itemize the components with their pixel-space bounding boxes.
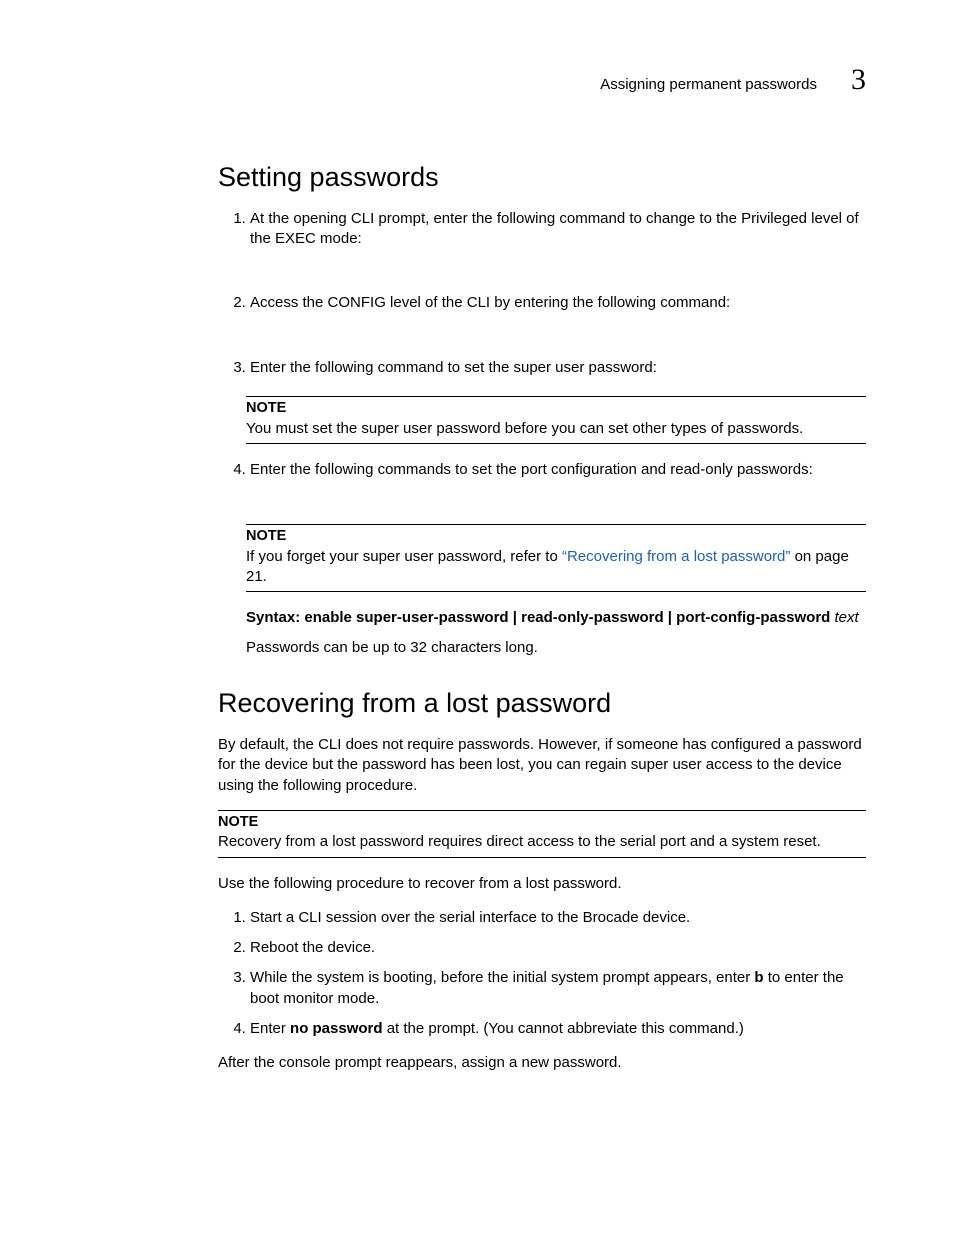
chapter-number: 3 — [851, 60, 866, 101]
setting-passwords-steps-cont: Enter the following commands to set the … — [218, 460, 866, 480]
note-recovery-requires-serial: NOTE Recovery from a lost password requi… — [218, 810, 866, 858]
list-item: Enter the following command to set the s… — [250, 358, 866, 378]
list-item: Reboot the device. — [250, 938, 866, 958]
list-item: Enter the following commands to set the … — [250, 460, 866, 480]
step-text-bold: no password — [290, 1020, 383, 1037]
paragraph-lead: Use the following procedure to recover f… — [218, 874, 866, 894]
step-text-pre: Enter — [250, 1020, 290, 1037]
note-body: If you forget your super user password, … — [246, 547, 866, 588]
syntax-arg: text — [835, 609, 859, 626]
recovery-steps: Start a CLI session over the serial inte… — [218, 908, 866, 1039]
section-title-recovering-lost-password: Recovering from a lost password — [218, 685, 866, 721]
note-label: NOTE — [218, 813, 866, 833]
note-set-super-user-first: NOTE You must set the super user passwor… — [246, 396, 866, 444]
list-item: Enter no password at the prompt. (You ca… — [250, 1019, 866, 1039]
xref-recovering-lost-password[interactable]: “Recovering from a lost password” — [562, 548, 790, 565]
setting-passwords-steps: At the opening CLI prompt, enter the fol… — [218, 209, 866, 378]
running-header: Assigning permanent passwords 3 — [88, 60, 866, 101]
note-text-pre: If you forget your super user password, … — [246, 548, 562, 565]
list-item: Access the CONFIG level of the CLI by en… — [250, 293, 866, 313]
page: Assigning permanent passwords 3 Setting … — [0, 0, 954, 1147]
paragraph-intro: By default, the CLI does not require pas… — [218, 735, 866, 796]
section-title-setting-passwords: Setting passwords — [218, 159, 866, 195]
syntax-line: Syntax: enable super-user-password | rea… — [246, 608, 866, 628]
page-content: Setting passwords At the opening CLI pro… — [218, 159, 866, 1074]
list-item: While the system is booting, before the … — [250, 968, 866, 1009]
step-text-pre: While the system is booting, before the … — [250, 969, 754, 986]
note-body: You must set the super user password bef… — [246, 419, 866, 439]
paragraph-close: After the console prompt reappears, assi… — [218, 1053, 866, 1073]
note-body: Recovery from a lost password requires d… — [218, 832, 866, 852]
note-label: NOTE — [246, 399, 866, 419]
note-lost-password-ref: NOTE If you forget your super user passw… — [246, 524, 866, 592]
step-text-post: at the prompt. (You cannot abbreviate th… — [383, 1020, 744, 1037]
note-label: NOTE — [246, 527, 866, 547]
running-title: Assigning permanent passwords — [600, 75, 817, 95]
paragraph-password-length: Passwords can be up to 32 characters lon… — [246, 638, 866, 658]
step-text-bold: b — [754, 969, 763, 986]
list-item: At the opening CLI prompt, enter the fol… — [250, 209, 866, 250]
syntax-text: enable super-user-password | read-only-p… — [300, 609, 834, 626]
syntax-label: Syntax: — [246, 609, 300, 626]
list-item: Start a CLI session over the serial inte… — [250, 908, 866, 928]
